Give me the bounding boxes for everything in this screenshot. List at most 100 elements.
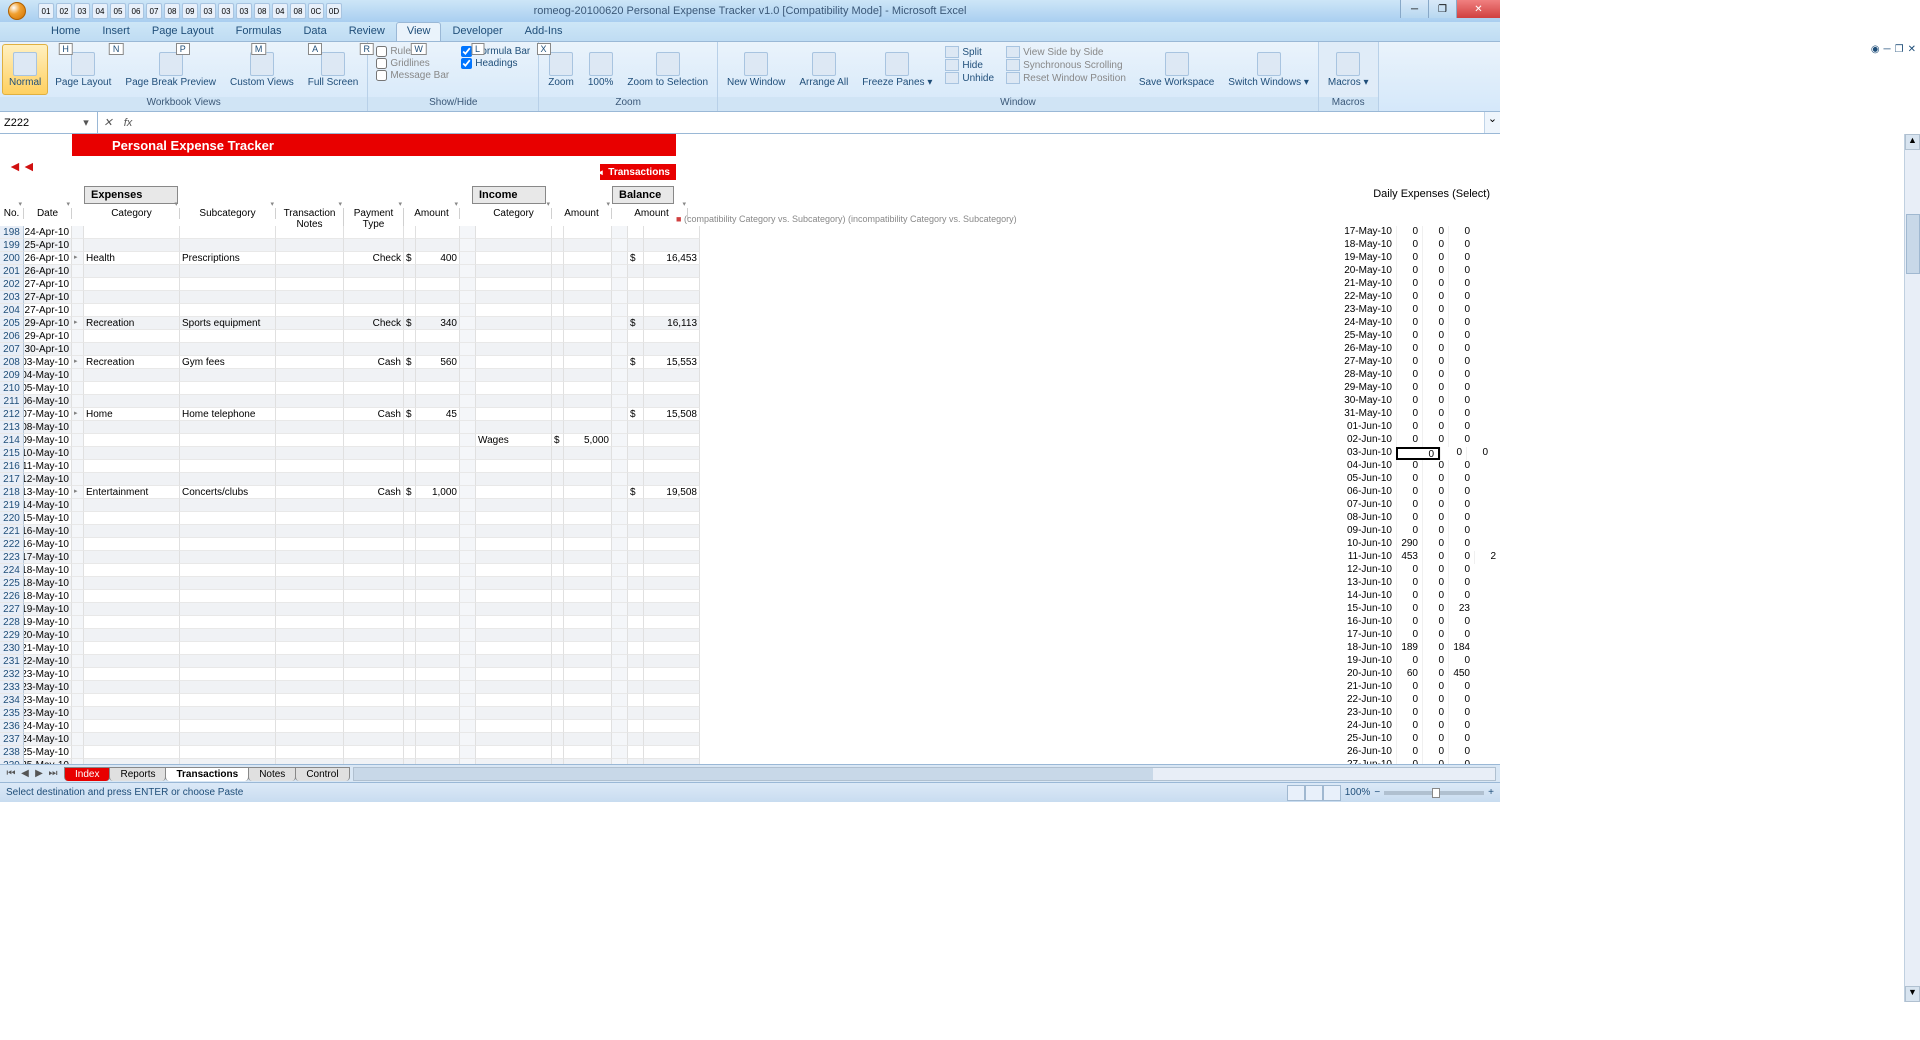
cell[interactable] <box>276 564 344 577</box>
cell[interactable] <box>476 746 552 759</box>
cell[interactable] <box>564 707 612 720</box>
daily-cell[interactable]: 189 <box>1396 642 1422 655</box>
cell[interactable]: 15,553 <box>644 356 700 369</box>
cell[interactable] <box>644 473 700 486</box>
table-row[interactable]: 20026-Apr-10HealthPrescriptionsCheck$400… <box>0 252 1500 265</box>
daily-cell[interactable]: 0 <box>1422 551 1448 564</box>
cell[interactable]: 03-May-10 <box>24 356 72 369</box>
cell[interactable] <box>276 239 344 252</box>
cell[interactable] <box>416 707 460 720</box>
cell[interactable] <box>344 382 404 395</box>
table-row[interactable]: 23624-May-10 <box>0 720 1500 733</box>
cell[interactable]: 19,508 <box>644 486 700 499</box>
cell[interactable] <box>460 265 476 278</box>
daily-cell[interactable]: 0 <box>1448 564 1474 577</box>
cell[interactable]: Cash <box>344 408 404 421</box>
daily-cell[interactable]: 0 <box>1422 746 1448 759</box>
cell[interactable] <box>552 655 564 668</box>
daily-row[interactable]: 22-May-10000 <box>1344 291 1500 304</box>
table-row[interactable]: 23021-May-10 <box>0 642 1500 655</box>
cell[interactable] <box>460 499 476 512</box>
cell[interactable] <box>628 616 644 629</box>
--button[interactable]: 100% <box>581 44 621 95</box>
daily-cell[interactable]: 0 <box>1422 590 1448 603</box>
cell[interactable]: 203 <box>0 291 24 304</box>
daily-cell[interactable]: 0 <box>1396 525 1422 538</box>
daily-cell[interactable]: 0 <box>1422 512 1448 525</box>
cell[interactable] <box>84 746 180 759</box>
daily-cell[interactable]: 0 <box>1396 499 1422 512</box>
cell[interactable] <box>564 343 612 356</box>
ribbon-minimize-icon[interactable]: ─ <box>1884 44 1891 55</box>
cell[interactable]: 223 <box>0 551 24 564</box>
daily-cell[interactable]: 0 <box>1396 395 1422 408</box>
cell[interactable] <box>72 252 84 265</box>
cell[interactable] <box>644 720 700 733</box>
cell[interactable]: 22-May-10 <box>24 655 72 668</box>
cell[interactable] <box>476 707 552 720</box>
daily-cell[interactable]: 0 <box>1396 759 1422 764</box>
cell[interactable] <box>644 590 700 603</box>
daily-cell[interactable]: 0 <box>1448 694 1474 707</box>
cell[interactable] <box>276 499 344 512</box>
view-break-button[interactable] <box>1323 785 1341 801</box>
cell[interactable] <box>416 733 460 746</box>
cell[interactable] <box>476 460 552 473</box>
cell[interactable] <box>644 291 700 304</box>
daily-cell[interactable]: 0 <box>1448 278 1474 291</box>
cell[interactable] <box>84 668 180 681</box>
daily-row[interactable]: 16-Jun-10000 <box>1344 616 1500 629</box>
table-row[interactable]: 23223-May-10 <box>0 668 1500 681</box>
cell[interactable] <box>416 590 460 603</box>
tab-add-ins[interactable]: Add-InsX <box>514 22 574 41</box>
cell[interactable] <box>644 655 700 668</box>
daily-cell[interactable]: 0 <box>1396 265 1422 278</box>
cell[interactable] <box>564 668 612 681</box>
cell[interactable]: 12-May-10 <box>24 473 72 486</box>
cell[interactable] <box>612 395 628 408</box>
table-row[interactable]: 21409-May-10Wages$5,000 <box>0 434 1500 447</box>
daily-cell[interactable]: 0 <box>1422 720 1448 733</box>
table-row[interactable]: 20427-Apr-10 <box>0 304 1500 317</box>
daily-row[interactable]: 25-Jun-10000 <box>1344 733 1500 746</box>
cell[interactable] <box>552 499 564 512</box>
daily-cell[interactable]: 0 <box>1422 694 1448 707</box>
cell[interactable] <box>72 447 84 460</box>
qat-item-15[interactable]: 0C <box>308 3 324 19</box>
table-row[interactable]: 23122-May-10 <box>0 655 1500 668</box>
cell[interactable] <box>476 343 552 356</box>
cell[interactable] <box>460 538 476 551</box>
cell[interactable] <box>460 278 476 291</box>
cell[interactable] <box>72 395 84 408</box>
cell[interactable] <box>612 317 628 330</box>
cell[interactable] <box>476 655 552 668</box>
cell[interactable] <box>276 694 344 707</box>
zoom-out-icon[interactable]: − <box>1374 787 1380 798</box>
cell[interactable] <box>564 304 612 317</box>
table-row[interactable]: 23825-May-10 <box>0 746 1500 759</box>
cell[interactable] <box>276 408 344 421</box>
cell[interactable]: $ <box>628 317 644 330</box>
daily-cell[interactable]: 0 <box>1448 421 1474 434</box>
cell[interactable] <box>416 551 460 564</box>
daily-row[interactable]: 23-May-10000 <box>1344 304 1500 317</box>
daily-cell[interactable]: 0 <box>1448 291 1474 304</box>
daily-cell[interactable]: 0 <box>1448 369 1474 382</box>
cell[interactable] <box>404 265 416 278</box>
cell[interactable] <box>404 616 416 629</box>
cell[interactable] <box>612 694 628 707</box>
cell[interactable] <box>644 525 700 538</box>
cell[interactable] <box>612 304 628 317</box>
cell[interactable]: $ <box>404 356 416 369</box>
qat-item-4[interactable]: 05 <box>110 3 126 19</box>
cell[interactable] <box>84 642 180 655</box>
cell[interactable] <box>276 551 344 564</box>
table-row[interactable]: 21106-May-10 <box>0 395 1500 408</box>
cell[interactable] <box>344 629 404 642</box>
cell[interactable]: 340 <box>416 317 460 330</box>
cell[interactable] <box>416 759 460 764</box>
cell[interactable] <box>460 577 476 590</box>
cell[interactable] <box>460 408 476 421</box>
qat-item-8[interactable]: 09 <box>182 3 198 19</box>
daily-cell[interactable]: 0 <box>1396 603 1422 616</box>
